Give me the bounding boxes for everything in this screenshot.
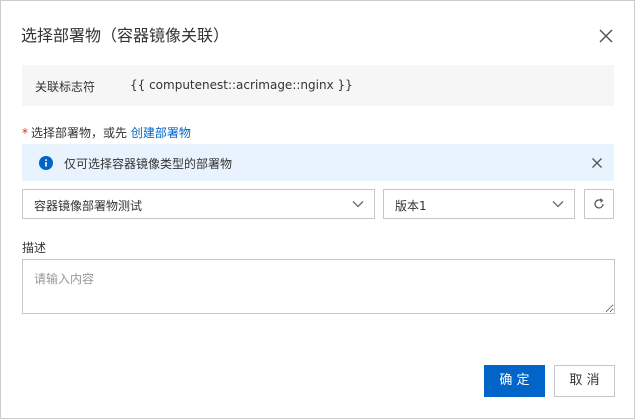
deployable-dialog: 选择部署物（容器镜像关联） 关联标志符 {{ computenest::acri…: [0, 0, 635, 419]
deployable-label-text: 选择部署物，或先: [31, 126, 128, 140]
banner-close-icon[interactable]: [591, 157, 603, 169]
description-textarea[interactable]: [22, 259, 615, 314]
identifier-panel: 关联标志符 {{ computenest::acrimage::nginx }}: [22, 65, 614, 106]
close-icon[interactable]: [597, 27, 615, 45]
version-select-value: 版本1: [395, 199, 427, 213]
artifact-select[interactable]: 容器镜像部署物测试: [22, 189, 375, 219]
refresh-icon: [594, 198, 604, 209]
identifier-label: 关联标志符: [35, 80, 96, 94]
info-banner: 仅可选择容器镜像类型的部署物: [22, 144, 614, 181]
refresh-button[interactable]: [584, 189, 614, 219]
chevron-down-icon: [352, 201, 364, 208]
cancel-button[interactable]: 取 消: [554, 365, 615, 397]
chevron-down-icon: [552, 201, 564, 208]
dialog-title: 选择部署物（容器镜像关联）: [21, 26, 230, 45]
required-mark: *: [22, 126, 28, 140]
info-banner-text: 仅可选择容器镜像类型的部署物: [64, 157, 233, 171]
create-deployable-link[interactable]: 创建部署物: [131, 126, 191, 140]
info-icon: [39, 156, 53, 170]
description-label: 描述: [22, 241, 47, 255]
identifier-value: {{ computenest::acrimage::nginx }}: [130, 78, 353, 92]
version-select[interactable]: 版本1: [383, 189, 575, 219]
artifact-select-value: 容器镜像部署物测试: [34, 199, 143, 213]
confirm-button[interactable]: 确 定: [484, 365, 545, 397]
deployable-field-label: * 选择部署物，或先 创建部署物: [22, 124, 191, 141]
